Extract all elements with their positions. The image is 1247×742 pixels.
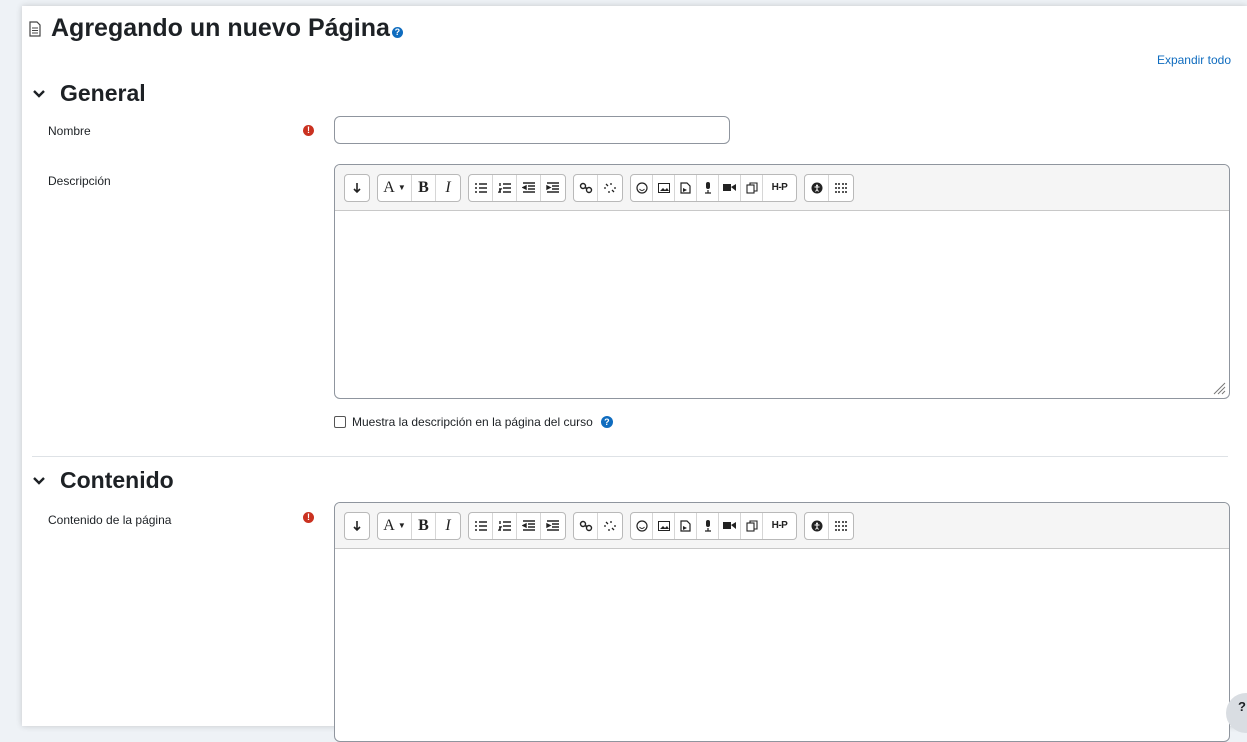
font-style-icon[interactable]: A ▼: [378, 174, 412, 201]
expand-all-link[interactable]: Expandir todo: [1157, 53, 1231, 67]
unordered-list-icon[interactable]: [469, 174, 493, 201]
section-general-heading: General: [60, 80, 146, 106]
section-content-heading: Contenido: [60, 467, 174, 493]
toggle-toolbar-icon[interactable]: [345, 513, 369, 539]
ordered-list-icon[interactable]: [493, 512, 517, 539]
page-title: Agregando un nuevo Página ?: [28, 14, 403, 43]
main-card: Agregando un nuevo Página ? Expandir tod…: [22, 6, 1247, 742]
page-title-text: Agregando un nuevo Página: [51, 14, 390, 42]
bold-icon[interactable]: B: [412, 512, 436, 539]
name-label: Nombre: [48, 124, 91, 138]
screenreader-icon[interactable]: [829, 175, 853, 201]
required-icon: !: [303, 125, 314, 136]
toggle-toolbar-icon[interactable]: [345, 175, 369, 201]
help-icon[interactable]: ?: [391, 27, 403, 38]
indent-icon[interactable]: [541, 513, 565, 539]
caret-down-icon: ▼: [397, 183, 406, 192]
record-audio-icon[interactable]: [697, 512, 719, 539]
show-description-label: Muestra la descripción en la página del …: [352, 415, 593, 429]
record-video-icon[interactable]: [719, 174, 741, 201]
page-content-textarea[interactable]: [335, 549, 1229, 741]
unlink-icon[interactable]: [598, 175, 622, 201]
caret-down-icon: ▼: [397, 521, 406, 530]
link-icon[interactable]: [574, 174, 598, 201]
italic-icon[interactable]: I: [436, 175, 460, 201]
chevron-down-icon: [33, 89, 45, 98]
link-icon[interactable]: [574, 512, 598, 539]
name-input[interactable]: [334, 116, 730, 144]
h5p-icon[interactable]: H-P: [763, 513, 796, 539]
outdent-icon[interactable]: [517, 174, 541, 201]
outdent-icon[interactable]: [517, 512, 541, 539]
editor-toolbar: A ▼ B I H-P: [335, 503, 1229, 549]
show-description-checkbox[interactable]: [334, 416, 346, 428]
required-icon: !: [303, 512, 314, 523]
italic-icon[interactable]: I: [436, 513, 460, 539]
section-divider: [32, 456, 1228, 457]
accessibility-icon[interactable]: [805, 512, 829, 539]
manage-files-icon[interactable]: [741, 174, 763, 201]
description-textarea[interactable]: [335, 211, 1229, 398]
unlink-icon[interactable]: [598, 513, 622, 539]
section-general-toggle[interactable]: General: [32, 80, 146, 107]
page-content-label: Contenido de la página: [48, 513, 172, 527]
chevron-down-icon: [33, 476, 45, 485]
image-icon[interactable]: [653, 174, 675, 201]
description-editor: A ▼ B I H-P: [334, 164, 1230, 399]
media-icon[interactable]: [675, 174, 697, 201]
font-style-label: A: [383, 178, 395, 196]
record-audio-icon[interactable]: [697, 174, 719, 201]
emoji-icon[interactable]: [631, 174, 653, 201]
screenreader-icon[interactable]: [829, 513, 853, 539]
editor-toolbar: A ▼ B I H-P: [335, 165, 1229, 211]
image-icon[interactable]: [653, 512, 675, 539]
ordered-list-icon[interactable]: [493, 174, 517, 201]
emoji-icon[interactable]: [631, 512, 653, 539]
page-content-editor: A ▼ B I H-P: [334, 502, 1230, 742]
font-style-icon[interactable]: A ▼: [378, 512, 412, 539]
resize-handle-icon[interactable]: [1212, 381, 1226, 395]
help-icon[interactable]: ?: [600, 416, 613, 428]
indent-icon[interactable]: [541, 175, 565, 201]
section-content-toggle[interactable]: Contenido: [32, 467, 174, 494]
show-description-row: Muestra la descripción en la página del …: [334, 415, 613, 429]
manage-files-icon[interactable]: [741, 512, 763, 539]
record-video-icon[interactable]: [719, 512, 741, 539]
bold-icon[interactable]: B: [412, 174, 436, 201]
description-label: Descripción: [48, 174, 111, 188]
media-icon[interactable]: [675, 512, 697, 539]
accessibility-icon[interactable]: [805, 174, 829, 201]
h5p-icon[interactable]: H-P: [763, 175, 796, 201]
page-icon: [29, 20, 41, 37]
unordered-list-icon[interactable]: [469, 512, 493, 539]
font-style-label: A: [383, 516, 395, 534]
